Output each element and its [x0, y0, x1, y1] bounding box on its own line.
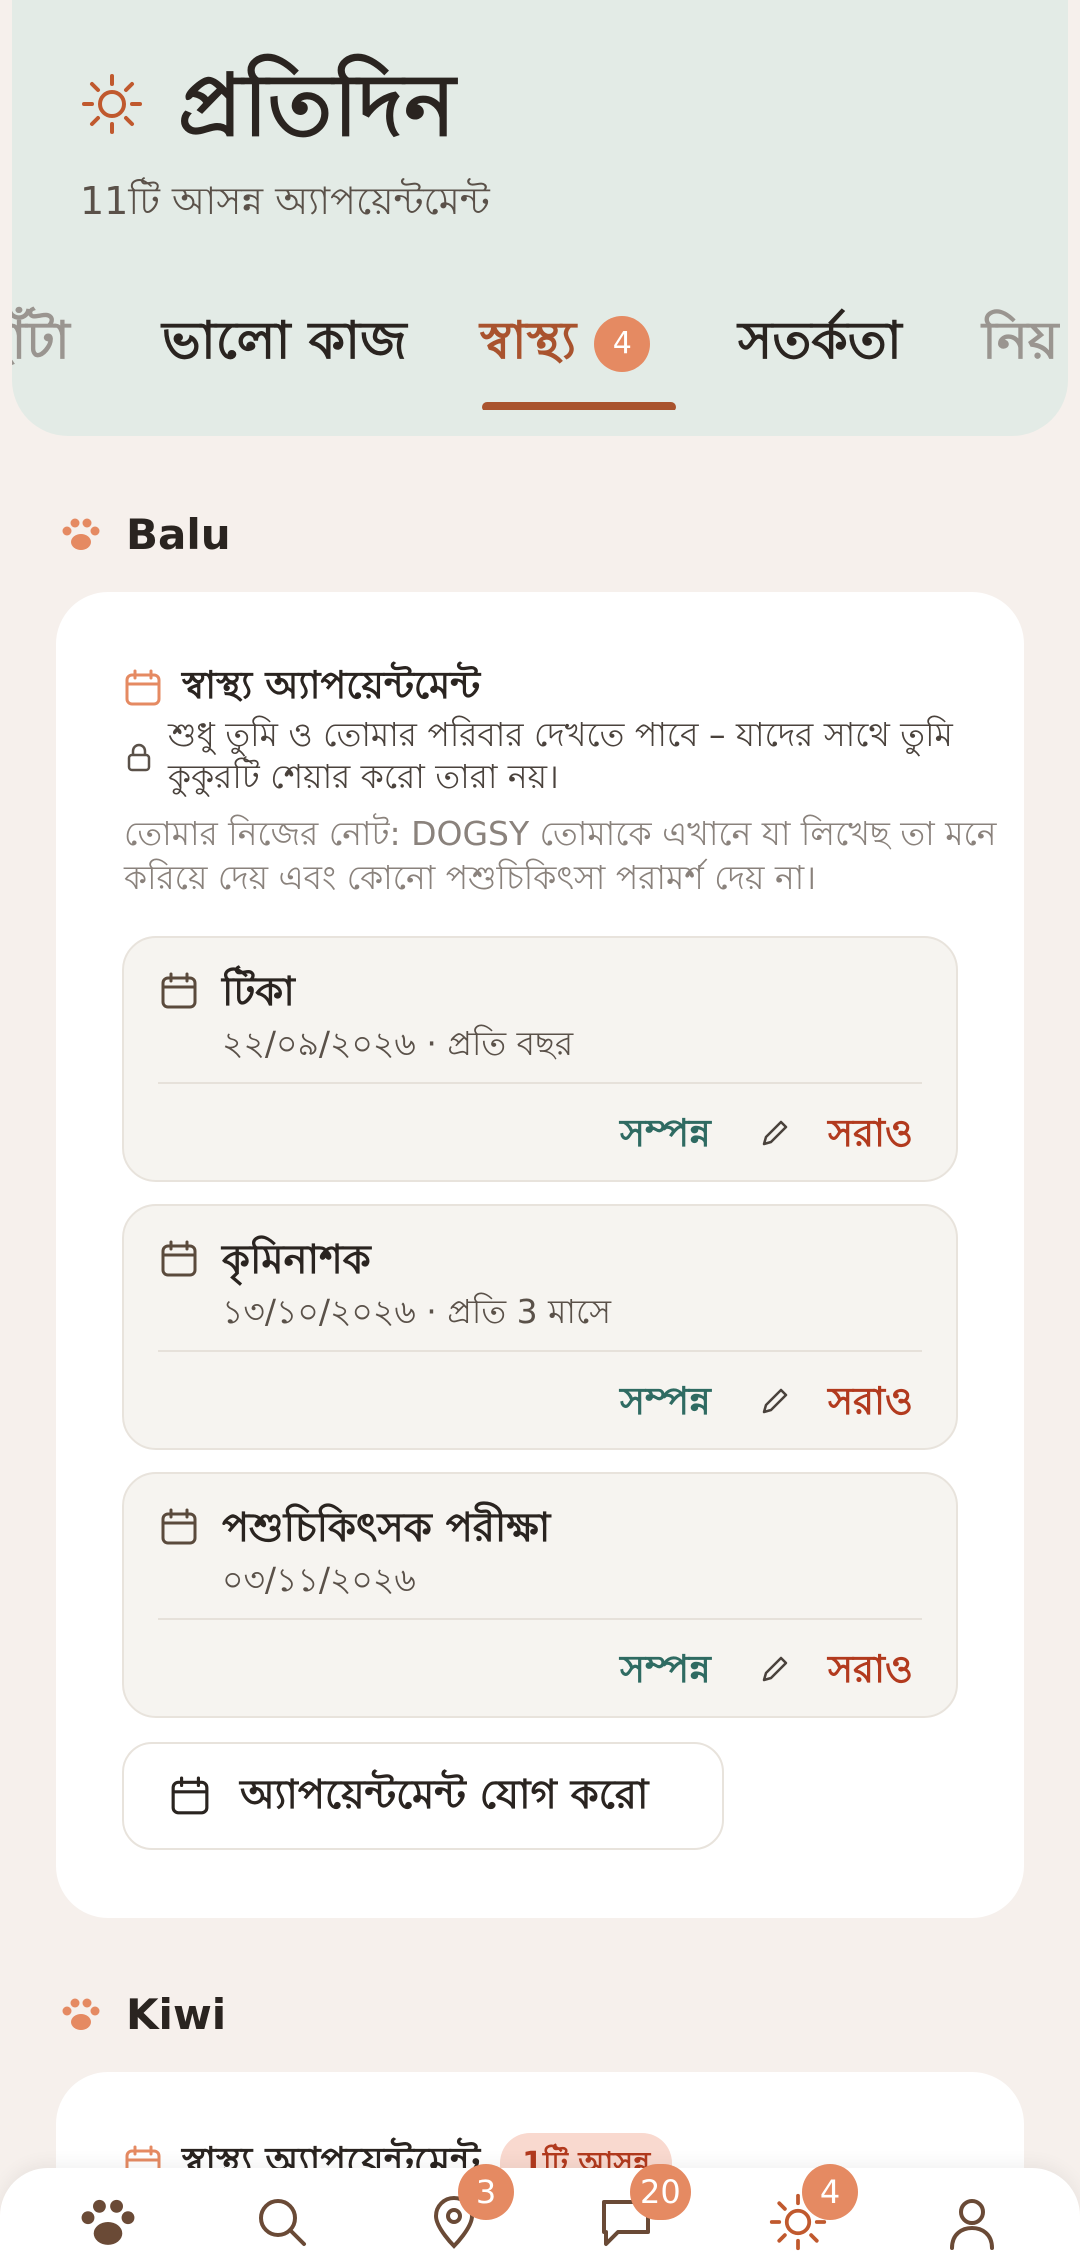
pet-name: Kiwi — [126, 1989, 227, 2039]
appointment-item: কৃমিনাশক ১৩/১০/২০২৬ · প্রতি 3 মাসে সম্পন… — [122, 1204, 958, 1450]
page-title: প্রতিদিন — [178, 56, 457, 156]
appointment-item: টিকা ২২/০৯/২০২৬ · প্রতি বছর সম্পন্ন সরাও — [122, 936, 958, 1182]
pet-name: Balu — [126, 509, 231, 559]
appointment-date: ০৩/১১/২০২৬ — [222, 1560, 416, 1599]
tab-good-deeds[interactable]: ভালো কাজ — [162, 300, 407, 387]
nav-messages[interactable]: 20 — [592, 2164, 691, 2256]
category-tabs: হাঁটা ভালো কাজ স্বাস্থ্য 4 সতর্কতা নিয় — [12, 300, 1068, 410]
bottom-nav: 3 20 4 — [0, 2164, 1080, 2268]
divider — [158, 1350, 922, 1352]
page-subtitle: 11টি আসন্ন অ্যাপয়েন্টমেন্ট — [80, 179, 490, 223]
tab-health-label: স্বাস্থ্য — [480, 311, 577, 371]
mark-done-button[interactable]: সম্পন্ন — [620, 1104, 711, 1168]
calendar-icon — [125, 669, 161, 706]
nav-daily[interactable]: 4 — [764, 2164, 858, 2256]
tab-health[interactable]: স্বাস্থ্য 4 — [480, 300, 651, 387]
tab-walk[interactable]: হাঁটা — [12, 300, 70, 387]
paw-icon — [62, 518, 100, 550]
tab-warnings[interactable]: সতর্কতা — [738, 300, 902, 387]
card-title-row: স্বাস্থ্য অ্যাপয়েন্টমেন্ট — [124, 656, 480, 720]
appointment-date: ২২/০৯/২০২৬ · প্রতি বছর — [222, 1024, 574, 1063]
mark-done-button[interactable]: সম্পন্ন — [620, 1372, 711, 1436]
remove-button[interactable]: সরাও — [828, 1372, 913, 1436]
appointment-name: পশুচিকিৎসক পরীক্ষা — [222, 1505, 551, 1551]
tab-health-badge: 4 — [594, 316, 651, 372]
pet-header-kiwi: Kiwi — [60, 1984, 226, 2044]
appointment-name: টিকা — [222, 969, 295, 1015]
active-tab-indicator — [482, 402, 676, 410]
nav-badge: 3 — [458, 2164, 514, 2220]
divider — [158, 1082, 922, 1084]
add-appointment-button[interactable]: অ্যাপয়েন্টমেন্ট যোগ করো — [122, 1742, 724, 1850]
privacy-note: শুধু তুমি ও তোমার পরিবার দেখতে পাবে – যা… — [126, 714, 986, 798]
remove-button[interactable]: সরাও — [828, 1640, 913, 1704]
nav-badge: 20 — [630, 2164, 691, 2220]
nav-search[interactable] — [248, 2188, 316, 2256]
edit-pencil-icon[interactable] — [758, 1384, 792, 1418]
remove-button[interactable]: সরাও — [828, 1104, 913, 1168]
nav-map[interactable]: 3 — [420, 2164, 514, 2256]
calendar-icon — [161, 1508, 197, 1545]
calendar-icon — [161, 1240, 197, 1277]
edit-pencil-icon[interactable] — [758, 1116, 792, 1150]
mark-done-button[interactable]: সম্পন্ন — [620, 1640, 711, 1704]
lock-icon — [127, 743, 151, 772]
calendar-icon — [171, 1776, 209, 1815]
card-title: স্বাস্থ্য অ্যাপয়েন্টমেন্ট — [182, 663, 481, 707]
edit-pencil-icon[interactable] — [758, 1652, 792, 1686]
appointment-item: পশুচিকিৎসক পরীক্ষা ০৩/১১/২০২৬ সম্পন্ন সর… — [122, 1472, 958, 1718]
profile-icon — [950, 2199, 994, 2250]
appointment-date: ১৩/১০/২০২৬ · প্রতি 3 মাসে — [222, 1292, 612, 1331]
nav-profile[interactable] — [938, 2188, 1006, 2256]
calendar-icon — [161, 972, 197, 1009]
divider — [158, 1618, 922, 1620]
nav-home[interactable] — [74, 2188, 142, 2256]
pet-header-balu: Balu — [60, 504, 231, 564]
add-appointment-label: অ্যাপয়েন্টমেন্ট যোগ করো — [240, 1771, 649, 1818]
privacy-text: শুধু তুমি ও তোমার পরিবার দেখতে পাবে – যা… — [168, 715, 953, 796]
paw-icon — [62, 1998, 100, 2030]
nav-badge: 4 — [802, 2164, 858, 2220]
search-icon — [259, 2199, 306, 2246]
tab-rules[interactable]: নিয় — [982, 300, 1059, 387]
appointment-name: কৃমিনাশক — [222, 1237, 371, 1283]
health-card-balu: স্বাস্থ্য অ্যাপয়েন্টমেন্ট শুধু তুমি ও ত… — [56, 592, 1024, 1918]
disclaimer-text: তোমার নিজের নোট: DOGSY তোমাকে এখানে যা ল… — [124, 814, 997, 897]
paw-icon — [81, 2199, 135, 2245]
sun-icon — [82, 74, 142, 134]
header: প্রতিদিন 11টি আসন্ন অ্যাপয়েন্টমেন্ট হাঁ… — [12, 0, 1068, 436]
